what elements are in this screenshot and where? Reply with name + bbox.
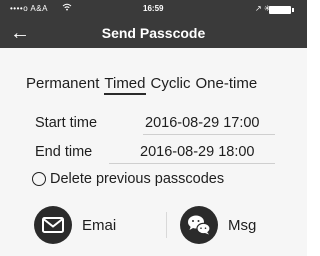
delete-previous-label: Delete previous passcodes <box>50 171 225 187</box>
share-msg-label: Msg <box>228 217 257 234</box>
end-time-underline <box>109 163 275 164</box>
tab-one-time[interactable]: One-time <box>196 75 258 92</box>
start-time-label: Start time <box>35 115 98 131</box>
start-time-row: Start time 2016-08-29 17:00 <box>35 113 275 135</box>
start-time-underline <box>143 134 275 135</box>
status-bar: ••••o A&A 16:59 ↗ ✳ <box>0 0 307 18</box>
send-passcode-screen: ••••o A&A 16:59 ↗ ✳ ← Send Passcode Perm… <box>0 0 307 256</box>
share-divider <box>166 212 167 238</box>
end-time-value[interactable]: 2016-08-29 18:00 <box>140 144 255 160</box>
share-email-label: Emai <box>82 217 117 234</box>
passcode-type-tabs: Permanent Timed Cyclic One-time <box>26 75 258 95</box>
chat-bubbles-icon <box>180 206 218 244</box>
battery-icon <box>269 6 294 14</box>
app-header: ••••o A&A 16:59 ↗ ✳ ← Send Passcode <box>0 0 307 48</box>
status-time: 16:59 <box>143 4 164 13</box>
start-time-value[interactable]: 2016-08-29 17:00 <box>145 115 260 131</box>
end-time-label: End time <box>35 144 93 160</box>
carrier-label: ••••o A&A <box>10 4 48 13</box>
end-time-row: End time 2016-08-29 18:00 <box>35 142 275 164</box>
tab-permanent[interactable]: Permanent <box>26 75 99 92</box>
tab-cyclic[interactable]: Cyclic <box>151 75 191 92</box>
title-bar: ← Send Passcode <box>0 18 307 48</box>
page-title: Send Passcode <box>101 25 206 41</box>
delete-previous-radio[interactable] <box>32 172 46 186</box>
tab-timed[interactable]: Timed <box>104 75 146 95</box>
envelope-icon <box>34 206 72 244</box>
wifi-icon <box>62 3 72 13</box>
